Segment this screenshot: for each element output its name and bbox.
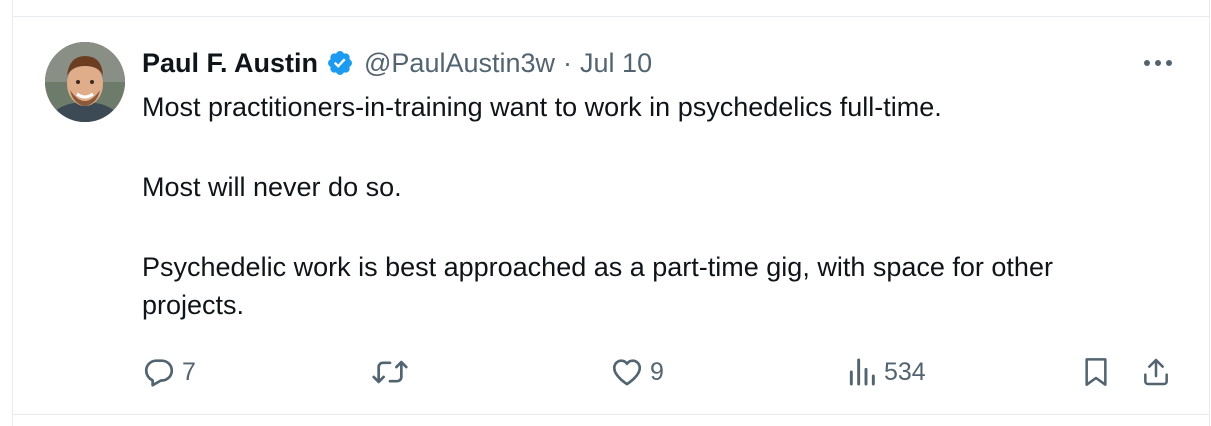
action-bar: 7 9 534	[0, 352, 1211, 392]
like-count: 9	[650, 357, 664, 386]
share-icon	[1144, 358, 1168, 386]
tweet-date[interactable]: Jul 10	[580, 48, 652, 79]
tweet-paragraph: Most practitioners-in-training want to w…	[142, 92, 942, 122]
share-button[interactable]	[1140, 352, 1172, 392]
verified-badge-icon[interactable]	[326, 49, 354, 77]
reply-count: 7	[182, 357, 196, 386]
author-handle[interactable]: @PaulAustin3w	[364, 48, 555, 79]
tweet-header: Paul F. Austin @PaulAustin3w · Jul 10	[142, 44, 652, 82]
reply-icon	[144, 359, 174, 387]
retweet-icon	[372, 360, 408, 384]
more-dots-icon	[1144, 60, 1172, 66]
tweet-paragraph: Most will never do so.	[142, 172, 402, 202]
like-button[interactable]: 9	[610, 352, 664, 392]
bookmark-icon	[1085, 358, 1107, 386]
tweet-text: Most practitioners-in-training want to w…	[142, 88, 1162, 324]
retweet-button[interactable]	[370, 352, 416, 392]
separator-dot: ·	[563, 47, 573, 78]
bookmark-button[interactable]	[1080, 352, 1112, 392]
more-options-button[interactable]	[1140, 52, 1176, 74]
author-name[interactable]: Paul F. Austin	[142, 48, 318, 79]
reply-button[interactable]: 7	[142, 352, 196, 392]
heart-icon	[612, 359, 642, 386]
bottom-divider	[12, 414, 1210, 415]
avatar-photo-icon	[45, 42, 125, 122]
view-count: 534	[884, 357, 926, 386]
avatar[interactable]	[45, 42, 125, 122]
tweet-paragraph: Psychedelic work is best approached as a…	[142, 252, 1053, 320]
views-button[interactable]: 534	[846, 352, 926, 392]
analytics-bars-icon	[849, 358, 875, 386]
